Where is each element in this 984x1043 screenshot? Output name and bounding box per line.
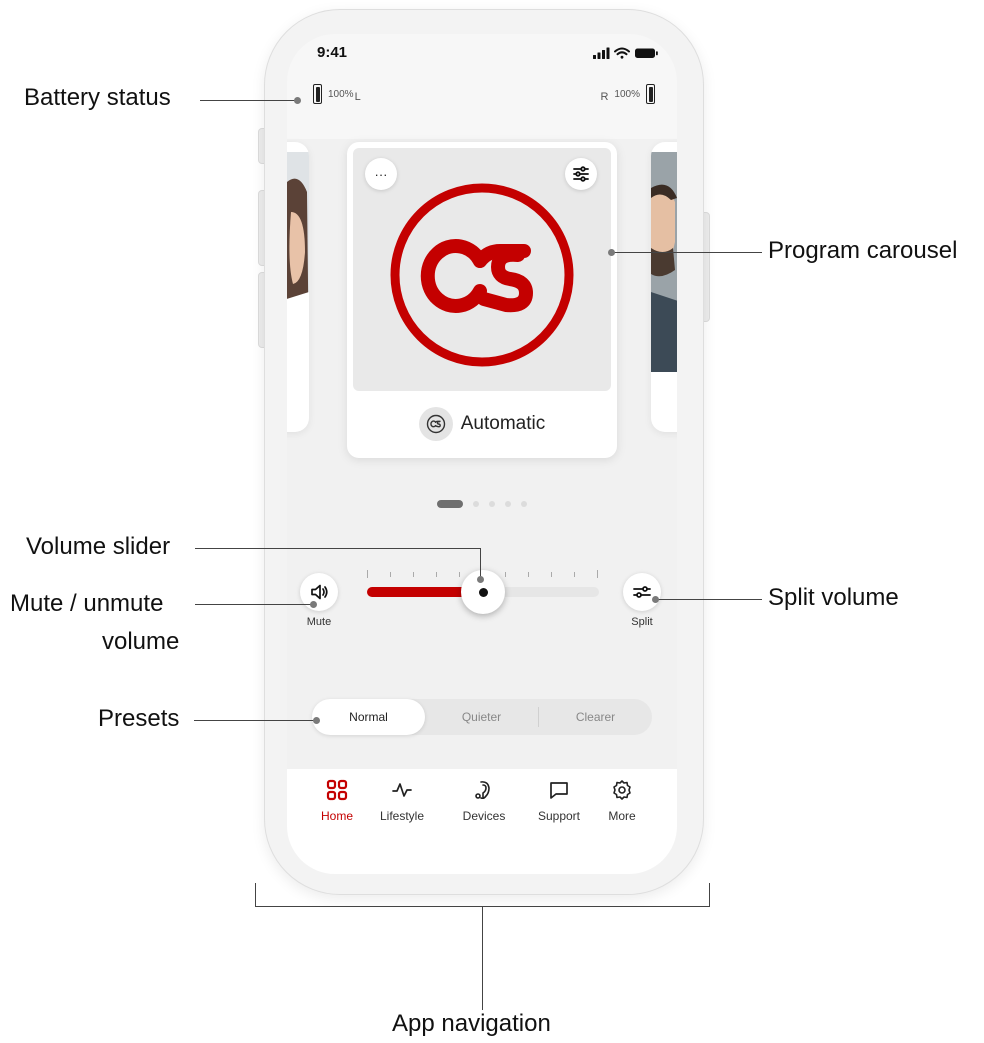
battery-left: 100% L [313, 84, 361, 104]
nav-lifestyle[interactable]: Lifestyle [367, 779, 437, 823]
signal-icon [593, 47, 610, 59]
annotation-bracket-left [255, 883, 256, 907]
annotation-line [195, 548, 481, 549]
volume-tick [436, 572, 437, 577]
battery-left-icon [313, 84, 322, 104]
volume-tick [528, 572, 529, 577]
volume-tick [574, 572, 575, 577]
page-dot[interactable] [505, 501, 511, 507]
annotation-bracket-right [709, 883, 710, 907]
annotation-mute-unmute-line1: Mute / unmute [10, 590, 164, 617]
annotation-dot [477, 576, 484, 583]
program-photo [287, 152, 309, 372]
speaker-icon [311, 584, 328, 600]
program-card-previous[interactable] [287, 142, 309, 432]
battery-right-icon [646, 84, 655, 104]
page-dot[interactable] [473, 501, 479, 507]
annotation-battery-status: Battery status [24, 84, 171, 111]
battery-icon [635, 48, 658, 58]
wifi-icon [614, 47, 630, 59]
nav-more-label: More [608, 809, 636, 823]
volume-tick [459, 572, 460, 577]
activity-icon [392, 783, 412, 797]
volume-tick [367, 570, 368, 578]
grid-icon [326, 779, 348, 801]
mute-button[interactable] [300, 573, 338, 611]
program-name: Automatic [460, 413, 546, 434]
chat-bubble-icon [550, 782, 568, 799]
mute-label: Mute [306, 616, 332, 628]
page-dot[interactable] [489, 501, 495, 507]
preset-normal[interactable]: Normal [312, 699, 425, 735]
presets-segmented-control: Normal Quieter Clearer [312, 699, 652, 735]
annotation-line [200, 100, 297, 101]
annotation-line [612, 252, 762, 253]
annotation-volume-slider: Volume slider [26, 533, 171, 560]
battery-left-side: L [354, 91, 361, 103]
page-dot[interactable] [437, 500, 463, 508]
program-card-next[interactable] [651, 142, 677, 432]
volume-handle-dot [478, 587, 488, 597]
nav-devices[interactable]: Devices [449, 779, 519, 823]
page-dot[interactable] [521, 501, 527, 507]
battery-right: R 100% [600, 84, 655, 104]
phone-screen: 9:41 100% L R 100% ··· Automatic Mute Sp… [287, 34, 677, 874]
automatic-small-icon [418, 407, 453, 441]
preset-quieter[interactable]: Quieter [425, 699, 538, 735]
program-more-button[interactable]: ··· [365, 158, 397, 190]
volume-tick [413, 572, 414, 577]
annotation-dot [313, 717, 320, 724]
battery-left-level: 100% [328, 88, 354, 100]
nav-lifestyle-label: Lifestyle [379, 809, 425, 823]
annotation-line [195, 604, 313, 605]
sliders-icon [573, 166, 589, 182]
annotation-dot [608, 249, 615, 256]
status-icons [593, 47, 658, 59]
split-sliders-icon [633, 586, 651, 598]
annotation-presets: Presets [98, 705, 180, 732]
annotation-split-volume: Split volume [768, 584, 899, 611]
battery-right-level: 100% [614, 88, 640, 100]
status-time: 9:41 [317, 44, 348, 61]
battery-right-side: R [600, 91, 609, 103]
split-label: Split [631, 616, 653, 628]
annotation-line [480, 548, 481, 578]
carousel-pagination[interactable] [437, 500, 527, 508]
volume-tick [390, 572, 391, 577]
split-volume-button[interactable] [623, 573, 661, 611]
annotation-dot [310, 601, 317, 608]
nav-devices-label: Devices [462, 809, 506, 823]
annotation-line [656, 599, 762, 600]
program-photo [651, 152, 677, 372]
bottom-navigation: Home Lifestyle Devices Support More [287, 769, 677, 874]
more-dots-icon: ··· [374, 166, 388, 182]
volume-tick [551, 572, 552, 577]
volume-tick [505, 572, 506, 577]
program-card[interactable]: ··· Automatic [347, 142, 617, 458]
annotation-program-carousel: Program carousel [768, 237, 958, 264]
automatic-logo [390, 183, 574, 367]
nav-home[interactable]: Home [302, 779, 372, 823]
gear-icon [613, 780, 631, 800]
annotation-mute-unmute-line2: volume [102, 628, 180, 655]
nav-home-label: Home [320, 809, 353, 823]
nav-more[interactable]: More [587, 779, 657, 823]
annotation-dot [652, 596, 659, 603]
hearing-aid-icon [475, 781, 490, 800]
annotation-dot [294, 97, 301, 104]
volume-tick [597, 570, 598, 578]
annotation-line [194, 720, 316, 721]
program-label-row: Automatic [347, 404, 617, 444]
nav-support-label: Support [537, 809, 581, 823]
annotation-app-navigation: App navigation [388, 1010, 555, 1039]
preset-clearer[interactable]: Clearer [539, 699, 652, 735]
nav-support[interactable]: Support [524, 779, 594, 823]
program-settings-button[interactable] [565, 158, 597, 190]
